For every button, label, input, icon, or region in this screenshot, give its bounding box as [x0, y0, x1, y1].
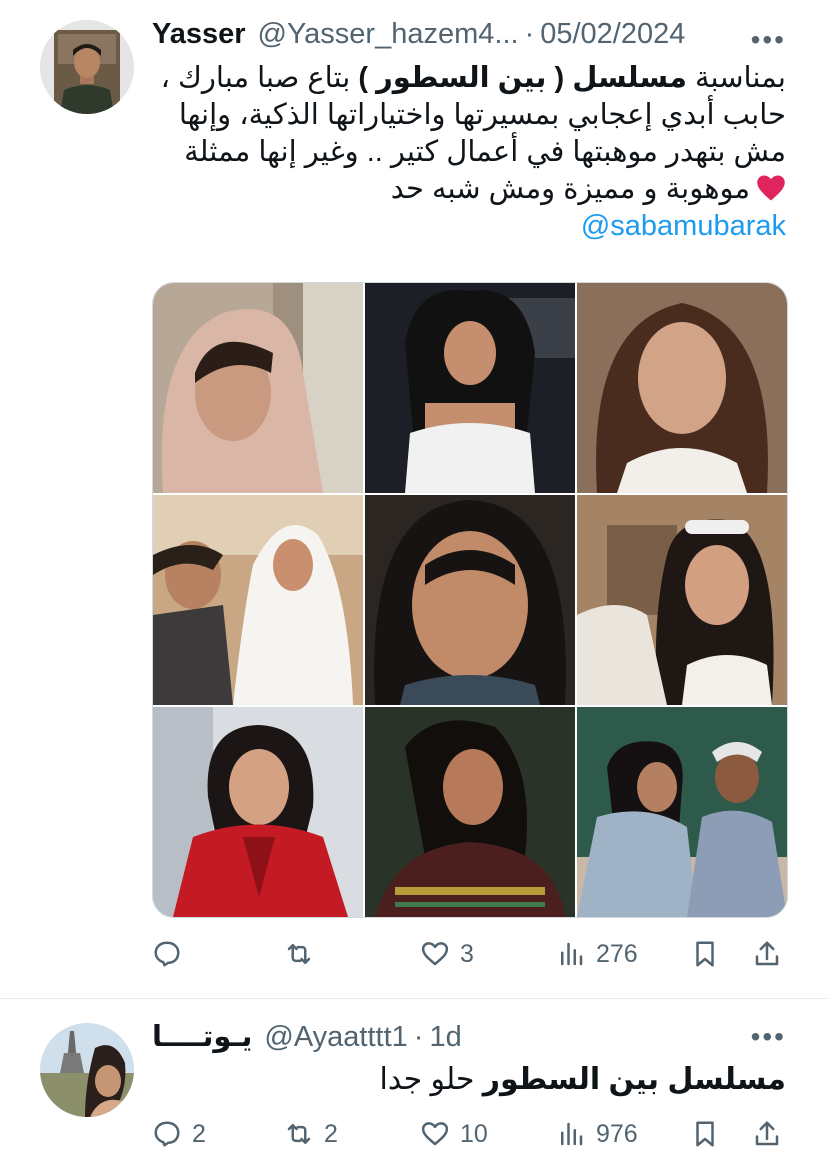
view-count: 976	[596, 1119, 638, 1148]
tweet-text-line: حابب أبدي إعجابي بمسيرتها واختياراتها ال…	[178, 99, 786, 131]
share-button[interactable]	[752, 1114, 782, 1154]
tweet-actions: 3 276	[152, 934, 788, 974]
username[interactable]: @Yasser_hazem4...	[258, 18, 519, 51]
media-image[interactable]	[153, 495, 363, 705]
like-button[interactable]: 3	[420, 934, 474, 974]
reply-icon	[154, 1121, 180, 1147]
tweet[interactable]: Yasser @Yasser_hazem4... · 05/02/2024 ••…	[0, 0, 828, 998]
like-count: 3	[460, 939, 474, 968]
media-image[interactable]	[365, 283, 575, 493]
media-grid[interactable]	[152, 282, 788, 918]
tweet-text-line: موهوبة و مميزة ومش شبه حد	[146, 171, 786, 208]
timestamp[interactable]: 1d	[429, 1021, 461, 1054]
media-image[interactable]	[577, 707, 787, 917]
tweet-text-bold: مسلسل بين السطور	[482, 1063, 786, 1096]
like-count: 10	[460, 1119, 488, 1148]
tweet-text-bold: مسلسل ( بين السطور )	[358, 62, 687, 94]
views-button[interactable]: 976	[556, 1114, 638, 1154]
tweet-text-line: بمناسبة مسلسل ( بين السطور ) بتاع صبا مب…	[160, 62, 786, 94]
bookmark-button[interactable]	[690, 934, 720, 974]
media-image[interactable]	[577, 283, 787, 493]
bookmark-icon	[696, 941, 714, 967]
media-image[interactable]	[153, 283, 363, 493]
retweet-count: 2	[324, 1119, 338, 1148]
heart-icon	[421, 942, 449, 966]
reply-count: 2	[192, 1119, 206, 1148]
views-icon	[561, 1122, 583, 1146]
media-image[interactable]	[577, 495, 787, 705]
mention-link[interactable]: @sabamubarak	[146, 208, 786, 245]
separator: ·	[413, 1021, 424, 1053]
tweet-text: بمناسبة مسلسل ( بين السطور ) بتاع صبا مب…	[146, 60, 786, 245]
tweet-text-line-content: موهوبة و مميزة ومش شبه حد	[390, 173, 750, 205]
display-name[interactable]: يـوتــــا	[152, 1019, 252, 1054]
reply-button[interactable]: 2	[152, 1114, 206, 1154]
media-image[interactable]	[365, 495, 575, 705]
tweet-header: يـوتــــا @Ayaatttt1 · 1d	[152, 1019, 462, 1059]
media-image[interactable]	[153, 707, 363, 917]
tweet-actions: 2 2 10 976	[152, 1114, 788, 1154]
share-icon	[755, 1121, 779, 1146]
avatar[interactable]	[40, 1023, 134, 1117]
media-image[interactable]	[365, 707, 575, 917]
retweet-icon	[287, 944, 311, 964]
retweet-button[interactable]: 2	[284, 1114, 338, 1154]
views-icon	[561, 942, 583, 966]
tweet-text-line: مسلسل بين السطور حلو جدا	[146, 1061, 787, 1098]
more-options-icon[interactable]: •••	[751, 1021, 786, 1053]
tweet[interactable]: يـوتــــا @Ayaatttt1 · 1d ••• مسلسل بين …	[0, 998, 828, 1176]
bookmark-icon	[696, 1121, 714, 1147]
tweet-text: مسلسل بين السطور حلو جدا	[146, 1061, 787, 1098]
bookmark-button[interactable]	[690, 1114, 720, 1154]
view-count: 276	[596, 939, 638, 968]
username[interactable]: @Ayaatttt1	[264, 1021, 407, 1054]
retweet-button[interactable]	[284, 934, 324, 974]
heart-icon	[421, 1122, 449, 1146]
timestamp[interactable]: 05/02/2024	[540, 18, 685, 51]
reply-button[interactable]	[152, 934, 192, 974]
avatar[interactable]	[40, 20, 134, 114]
tweet-text-rest: حلو جدا	[379, 1063, 483, 1096]
display-name[interactable]: Yasser	[152, 18, 246, 51]
more-options-icon[interactable]: •••	[751, 24, 786, 56]
like-button[interactable]: 10	[420, 1114, 488, 1154]
tweet-header: Yasser @Yasser_hazem4... · 05/02/2024	[152, 18, 685, 58]
share-button[interactable]	[752, 934, 782, 974]
retweet-icon	[287, 1124, 311, 1144]
share-icon	[755, 941, 779, 966]
tweet-text-line: مش بتهدر موهبتها في أعمال كتير .. وغير إ…	[184, 136, 786, 168]
views-button[interactable]: 276	[556, 934, 638, 974]
heart-emoji-icon	[757, 175, 785, 201]
separator: ·	[524, 18, 535, 50]
reply-icon	[154, 941, 180, 967]
